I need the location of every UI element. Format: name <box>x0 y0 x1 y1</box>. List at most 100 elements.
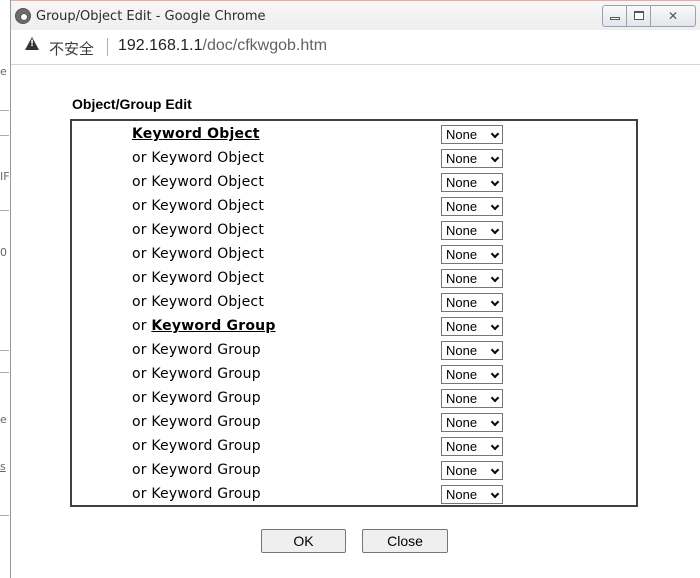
select-value: None <box>446 487 478 502</box>
table-row: or Keyword Group None <box>72 363 636 387</box>
table-row: or Keyword Group None <box>72 315 636 339</box>
url-text[interactable]: 192.168.1.1/doc/cfkwgob.htm <box>118 37 327 55</box>
row-label: Keyword Object <box>132 126 260 142</box>
url-divider <box>107 38 108 56</box>
keyword-select[interactable]: None <box>441 149 503 168</box>
select-value: None <box>446 223 478 238</box>
row-label: or Keyword Object <box>132 270 265 286</box>
row-label: or Keyword Object <box>132 246 265 262</box>
address-bar[interactable]: 不安全 192.168.1.1/doc/cfkwgob.htm <box>11 30 700 65</box>
row-label: or Keyword Object <box>132 222 265 238</box>
url-path: /doc/cfkwgob.htm <box>202 37 328 54</box>
chevron-down-icon <box>490 369 500 379</box>
ok-button[interactable]: OK <box>261 529 346 553</box>
row-label: or Keyword Object <box>132 150 265 166</box>
table-row: or Keyword Object None <box>72 243 636 267</box>
table-row: or Keyword Object None <box>72 267 636 291</box>
keyword-link[interactable]: Keyword Group <box>151 318 275 334</box>
chevron-down-icon <box>490 417 500 427</box>
keyword-select[interactable]: None <box>441 317 503 336</box>
chrome-icon <box>15 8 31 24</box>
row-label: or Keyword Group <box>132 462 261 478</box>
table-row: or Keyword Object None <box>72 195 636 219</box>
background-text: 0 <box>0 246 7 259</box>
keyword-select[interactable]: None <box>441 437 503 456</box>
table-row: or Keyword Object None <box>72 291 636 315</box>
table-row: or Keyword Object None <box>72 171 636 195</box>
select-value: None <box>446 319 478 334</box>
keyword-select[interactable]: None <box>441 485 503 504</box>
chevron-down-icon <box>490 225 500 235</box>
chevron-down-icon <box>490 249 500 259</box>
security-status[interactable]: 不安全 <box>49 38 94 59</box>
select-value: None <box>446 439 478 454</box>
table-row: or Keyword Group None <box>72 387 636 411</box>
title-bar[interactable]: Group/Object Edit - Google Chrome ✕ <box>11 0 700 31</box>
chevron-down-icon <box>490 273 500 283</box>
keyword-select[interactable]: None <box>441 221 503 240</box>
select-value: None <box>446 127 478 142</box>
keyword-select[interactable]: None <box>441 125 503 144</box>
keyword-select[interactable]: None <box>441 341 503 360</box>
background-divider <box>0 350 9 351</box>
background-text: IF <box>0 170 10 183</box>
row-label: or Keyword Group <box>132 366 261 382</box>
chevron-down-icon <box>490 465 500 475</box>
select-value: None <box>446 151 478 166</box>
object-group-table: Keyword Object None or Keyword Object None o… <box>70 119 638 507</box>
row-label: or Keyword Group <box>132 414 261 430</box>
background-text: s <box>0 460 6 473</box>
background-divider <box>0 515 9 516</box>
table-row: or Keyword Object None <box>72 147 636 171</box>
keyword-select[interactable]: None <box>441 365 503 384</box>
chevron-down-icon <box>490 177 500 187</box>
chevron-down-icon <box>490 201 500 211</box>
keyword-select[interactable]: None <box>441 197 503 216</box>
row-label: or Keyword Object <box>132 198 265 214</box>
row-label: or Keyword Object <box>132 174 265 190</box>
window-title: Group/Object Edit - Google Chrome <box>36 9 266 24</box>
or-prefix: or <box>132 318 152 334</box>
background-divider <box>0 110 9 111</box>
row-label: or Keyword Group <box>132 486 261 502</box>
maximize-icon <box>634 11 644 20</box>
select-value: None <box>446 295 478 310</box>
background-divider <box>0 210 9 211</box>
minimize-icon <box>610 17 620 20</box>
keyword-select[interactable]: None <box>441 461 503 480</box>
close-icon: ✕ <box>667 9 679 23</box>
close-button[interactable]: Close <box>362 529 448 553</box>
row-label: or Keyword Group <box>132 318 276 334</box>
keyword-link[interactable]: Keyword Object <box>132 126 260 142</box>
keyword-select[interactable]: None <box>441 269 503 288</box>
chevron-down-icon <box>490 129 500 139</box>
keyword-select[interactable]: None <box>441 173 503 192</box>
close-window-button[interactable]: ✕ <box>651 6 695 26</box>
keyword-select[interactable]: None <box>441 293 503 312</box>
select-value: None <box>446 175 478 190</box>
chevron-down-icon <box>490 489 500 499</box>
select-value: None <box>446 199 478 214</box>
chevron-down-icon <box>490 321 500 331</box>
table-row: or Keyword Group None <box>72 483 636 507</box>
popup-window: Group/Object Edit - Google Chrome ✕ 不安全 … <box>10 0 700 578</box>
warning-icon[interactable] <box>25 37 39 50</box>
chevron-down-icon <box>490 393 500 403</box>
minimize-button[interactable] <box>603 6 627 26</box>
table-row: or Keyword Object None <box>72 219 636 243</box>
keyword-select[interactable]: None <box>441 413 503 432</box>
background-divider <box>0 372 9 373</box>
table-row: Keyword Object None <box>72 123 636 147</box>
select-value: None <box>446 463 478 478</box>
background-text: e <box>0 65 7 78</box>
row-label: or Keyword Group <box>132 438 261 454</box>
select-value: None <box>446 271 478 286</box>
row-label: or Keyword Object <box>132 294 265 310</box>
chevron-down-icon <box>490 345 500 355</box>
maximize-button[interactable] <box>627 6 651 26</box>
table-row: or Keyword Group None <box>72 411 636 435</box>
keyword-select[interactable]: None <box>441 245 503 264</box>
keyword-select[interactable]: None <box>441 389 503 408</box>
form-title: Object/Group Edit <box>72 96 192 112</box>
background-divider <box>0 135 9 136</box>
